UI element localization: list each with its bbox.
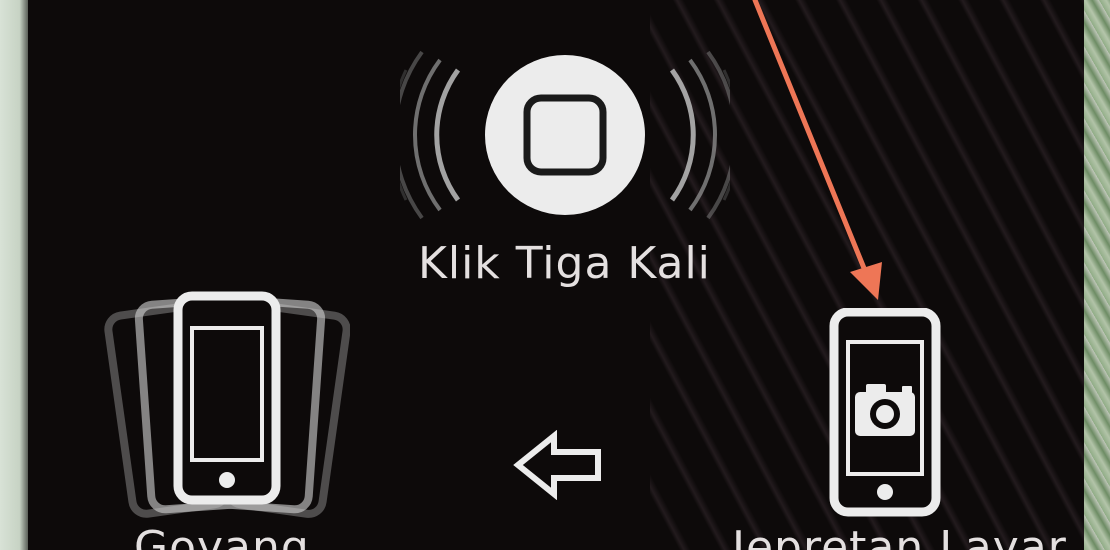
triple-click-label: Klik Tiga Kali <box>418 238 711 289</box>
home-button-icon[interactable] <box>400 40 730 230</box>
monitor-edge <box>1084 0 1110 550</box>
camera-phone-icon[interactable] <box>828 308 943 518</box>
screen-photo: Klik Tiga Kali Goyang Jepretan Layar <box>0 0 1110 550</box>
shake-label: Goyang <box>134 522 310 550</box>
monitor-bezel <box>0 0 28 550</box>
screenshot-label: Jepretan Layar <box>732 522 1067 550</box>
arrow-left-icon <box>513 430 601 500</box>
shaking-phone-icon[interactable] <box>100 290 350 520</box>
